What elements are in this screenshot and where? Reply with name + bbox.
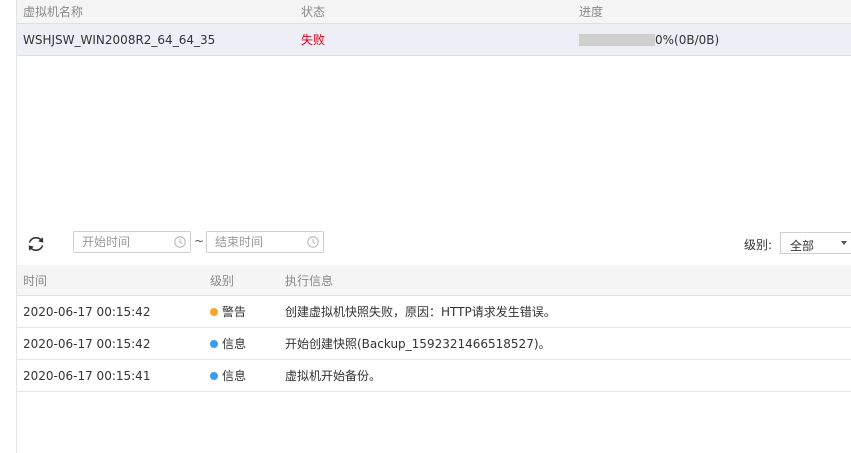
- level-label: 级别:: [744, 238, 773, 252]
- progress-bar: [579, 33, 655, 46]
- log-time: 2020-06-17 00:15:42: [23, 304, 151, 319]
- column-header-status: 状态: [301, 5, 326, 19]
- column-header-progress: 进度: [579, 5, 604, 19]
- vm-name: WSHJSW_WIN2008R2_64_64_35: [23, 32, 216, 47]
- column-header-message: 执行信息: [285, 273, 334, 288]
- start-time-input[interactable]: [82, 233, 174, 251]
- level-dot-icon: [210, 307, 218, 316]
- column-header-vm-name: 虚拟机名称: [23, 5, 84, 19]
- table-row: 2020-06-17 00:15:42 警告 创建虚拟机快照失败，原因：HTTP…: [17, 296, 851, 328]
- log-time: 2020-06-17 00:15:41: [23, 368, 151, 383]
- log-level: 信息: [210, 328, 246, 359]
- log-message: 开始创建快照(Backup_1592321466518527)。: [285, 337, 551, 351]
- vm-table: 虚拟机名称 状态 进度 WSHJSW_WIN2008R2_64_64_35 失败…: [17, 0, 851, 56]
- range-separator: ~: [194, 234, 205, 248]
- level-select[interactable]: 全部: [780, 232, 851, 254]
- log-table-header: 时间 级别 执行信息: [17, 265, 851, 296]
- log-message: 创建虚拟机快照失败，原因：HTTP请求发生错误。: [285, 305, 556, 319]
- chevron-down-icon: [841, 241, 847, 245]
- table-row[interactable]: WSHJSW_WIN2008R2_64_64_35 失败 0%(0B/0B): [17, 24, 851, 56]
- progress-cell: 0%(0B/0B): [579, 24, 719, 55]
- log-level: 信息: [210, 360, 246, 391]
- column-header-level: 级别: [210, 273, 235, 288]
- log-message: 虚拟机开始备份。: [285, 369, 382, 383]
- log-level-text: 警告: [222, 305, 247, 319]
- level-selected-value: 全部: [790, 239, 815, 253]
- level-dot-icon: [210, 371, 218, 380]
- table-row: 2020-06-17 00:15:41 信息 虚拟机开始备份。: [17, 360, 851, 392]
- level-dot-icon: [210, 339, 218, 348]
- refresh-icon[interactable]: [25, 233, 47, 255]
- log-level: 警告: [210, 296, 246, 327]
- log-level-text: 信息: [222, 369, 247, 383]
- end-time-field[interactable]: [206, 231, 324, 253]
- start-time-field[interactable]: [73, 231, 191, 253]
- column-header-time: 时间: [23, 273, 48, 288]
- clock-icon[interactable]: [307, 236, 319, 248]
- vm-table-header: 虚拟机名称 状态 进度: [17, 0, 851, 24]
- log-time: 2020-06-17 00:15:42: [23, 336, 151, 351]
- table-row: 2020-06-17 00:15:42 信息 开始创建快照(Backup_159…: [17, 328, 851, 360]
- end-time-input[interactable]: [215, 233, 307, 251]
- log-table: 时间 级别 执行信息 2020-06-17 00:15:42 警告 创建虚拟机快…: [17, 265, 851, 392]
- clock-icon[interactable]: [174, 236, 186, 248]
- log-level-text: 信息: [222, 337, 247, 351]
- status-text: 失败: [301, 33, 326, 47]
- progress-text: 0%(0B/0B): [655, 32, 720, 47]
- log-toolbar: ~ 级别: 全部: [17, 229, 851, 257]
